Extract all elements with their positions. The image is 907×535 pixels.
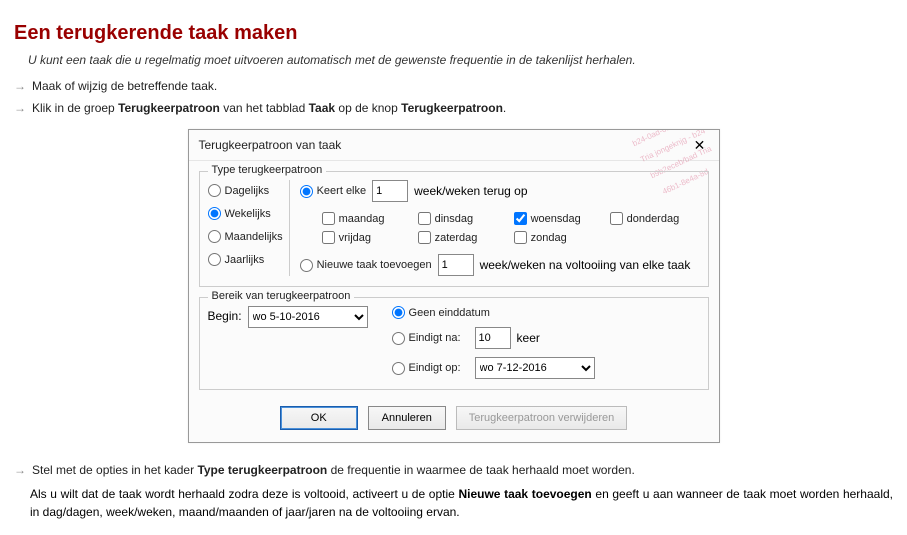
check-wednesday-input[interactable]: [514, 212, 527, 225]
radio-end-on-input[interactable]: [392, 362, 405, 375]
check-friday[interactable]: vrijdag: [322, 231, 418, 244]
end-on-date-select[interactable]: wo 7-12-2016: [475, 357, 595, 379]
type-legend: Type terugkeerpatroon: [208, 164, 327, 176]
radio-monthly-label: Maandelijks: [225, 231, 283, 243]
step-2-strong-2: Taak: [309, 101, 335, 115]
no-end-label: Geen einddatum: [409, 307, 490, 319]
check-monday[interactable]: maandag: [322, 212, 418, 225]
step-2-part-a: Klik in de groep: [32, 101, 118, 115]
check-monday-input[interactable]: [322, 212, 335, 225]
step-2-part-g: .: [503, 101, 506, 115]
radio-no-end[interactable]: Geen einddatum: [392, 306, 595, 319]
check-saturday-label: zaterdag: [435, 232, 478, 244]
radio-yearly-input[interactable]: [208, 253, 221, 266]
radio-recur-every[interactable]: Keert elke: [300, 185, 367, 198]
radio-monthly[interactable]: Maandelijks: [208, 230, 283, 243]
step-2-part-e: op de knop: [335, 101, 401, 115]
end-after-label: Eindigt na:: [409, 332, 461, 344]
step-2: Klik in de groep Terugkeerpatroon van he…: [14, 99, 893, 117]
begin-label: Begin:: [208, 306, 242, 323]
check-sunday[interactable]: zondag: [514, 231, 610, 244]
cancel-button[interactable]: Annuleren: [368, 406, 446, 430]
close-button[interactable]: ✕: [689, 134, 711, 156]
begin-date-select[interactable]: wo 5-10-2016: [248, 306, 368, 328]
radio-end-on[interactable]: Eindigt op:: [392, 362, 461, 375]
paragraph-new-task: Als u wilt dat de taak wordt herhaald zo…: [30, 485, 893, 521]
radio-daily-input[interactable]: [208, 184, 221, 197]
page-title: Een terugkerende taak maken: [14, 22, 893, 45]
radio-yearly-label: Jaarlijks: [225, 254, 265, 266]
end-after-suffix: keer: [517, 331, 540, 345]
check-thursday-input[interactable]: [610, 212, 623, 225]
recurrence-dialog: b24-0ad-0f6f-46b1-8e4a-8d Tria jongeknjg…: [188, 129, 720, 443]
intro-text: U kunt een taak die u regelmatig moet ui…: [28, 53, 893, 67]
check-wednesday-label: woensdag: [531, 213, 581, 225]
radio-yearly[interactable]: Jaarlijks: [208, 253, 283, 266]
check-saturday-input[interactable]: [418, 231, 431, 244]
check-friday-label: vrijdag: [339, 232, 371, 244]
new-task-suffix: week/weken na voltooiing van elke taak: [480, 258, 691, 272]
dialog-title: Terugkeerpatroon van taak: [199, 138, 342, 152]
new-task-value[interactable]: [438, 254, 474, 276]
check-tuesday[interactable]: dinsdag: [418, 212, 514, 225]
recur-every-suffix: week/weken terug op: [414, 184, 527, 198]
check-monday-label: maandag: [339, 213, 385, 225]
radio-end-after[interactable]: Eindigt na:: [392, 332, 461, 345]
step-1: Maak of wijzig de betreffende taak.: [14, 77, 893, 95]
radio-daily-label: Dagelijks: [225, 185, 270, 197]
check-thursday-label: donderdag: [627, 213, 680, 225]
step-3-strong: Type terugkeerpatroon: [197, 463, 327, 477]
new-task-label: Nieuwe taak toevoegen: [317, 259, 432, 271]
end-on-label: Eindigt op:: [409, 362, 461, 374]
para-b: Nieuwe taak toevoegen: [458, 487, 591, 501]
recur-every-value[interactable]: [372, 180, 408, 202]
check-sunday-label: zondag: [531, 232, 567, 244]
radio-monthly-input[interactable]: [208, 230, 221, 243]
step-3: Stel met de opties in het kader Type ter…: [14, 461, 893, 479]
radio-new-task[interactable]: Nieuwe taak toevoegen: [300, 259, 432, 272]
radio-new-task-input[interactable]: [300, 259, 313, 272]
type-fieldset: Type terugkeerpatroon Dagelijks Wekelijk…: [199, 171, 709, 287]
radio-weekly[interactable]: Wekelijks: [208, 207, 283, 220]
check-saturday[interactable]: zaterdag: [418, 231, 514, 244]
check-tuesday-input[interactable]: [418, 212, 431, 225]
ok-button[interactable]: OK: [280, 406, 358, 430]
check-thursday[interactable]: donderdag: [610, 212, 706, 225]
radio-no-end-input[interactable]: [392, 306, 405, 319]
step-3-part-c: de frequentie in waarmee de taak herhaal…: [327, 463, 635, 477]
check-sunday-input[interactable]: [514, 231, 527, 244]
radio-daily[interactable]: Dagelijks: [208, 184, 283, 197]
range-fieldset: Bereik van terugkeerpatroon Begin: wo 5-…: [199, 297, 709, 390]
end-after-value[interactable]: [475, 327, 511, 349]
para-a: Als u wilt dat de taak wordt herhaald zo…: [30, 487, 458, 501]
check-wednesday[interactable]: woensdag: [514, 212, 610, 225]
step-2-strong-1: Terugkeerpatroon: [118, 101, 220, 115]
radio-recur-every-input[interactable]: [300, 185, 313, 198]
radio-weekly-input[interactable]: [208, 207, 221, 220]
recur-every-label: Keert elke: [317, 185, 367, 197]
close-icon: ✕: [694, 137, 706, 154]
step-2-strong-3: Terugkeerpatroon: [401, 101, 503, 115]
radio-weekly-label: Wekelijks: [225, 208, 271, 220]
step-3-part-a: Stel met de opties in het kader: [32, 463, 197, 477]
check-tuesday-label: dinsdag: [435, 213, 474, 225]
remove-recurrence-button[interactable]: Terugkeerpatroon verwijderen: [456, 406, 628, 430]
step-2-part-c: van het tabblad: [220, 101, 309, 115]
radio-end-after-input[interactable]: [392, 332, 405, 345]
check-friday-input[interactable]: [322, 231, 335, 244]
range-legend: Bereik van terugkeerpatroon: [208, 290, 355, 302]
